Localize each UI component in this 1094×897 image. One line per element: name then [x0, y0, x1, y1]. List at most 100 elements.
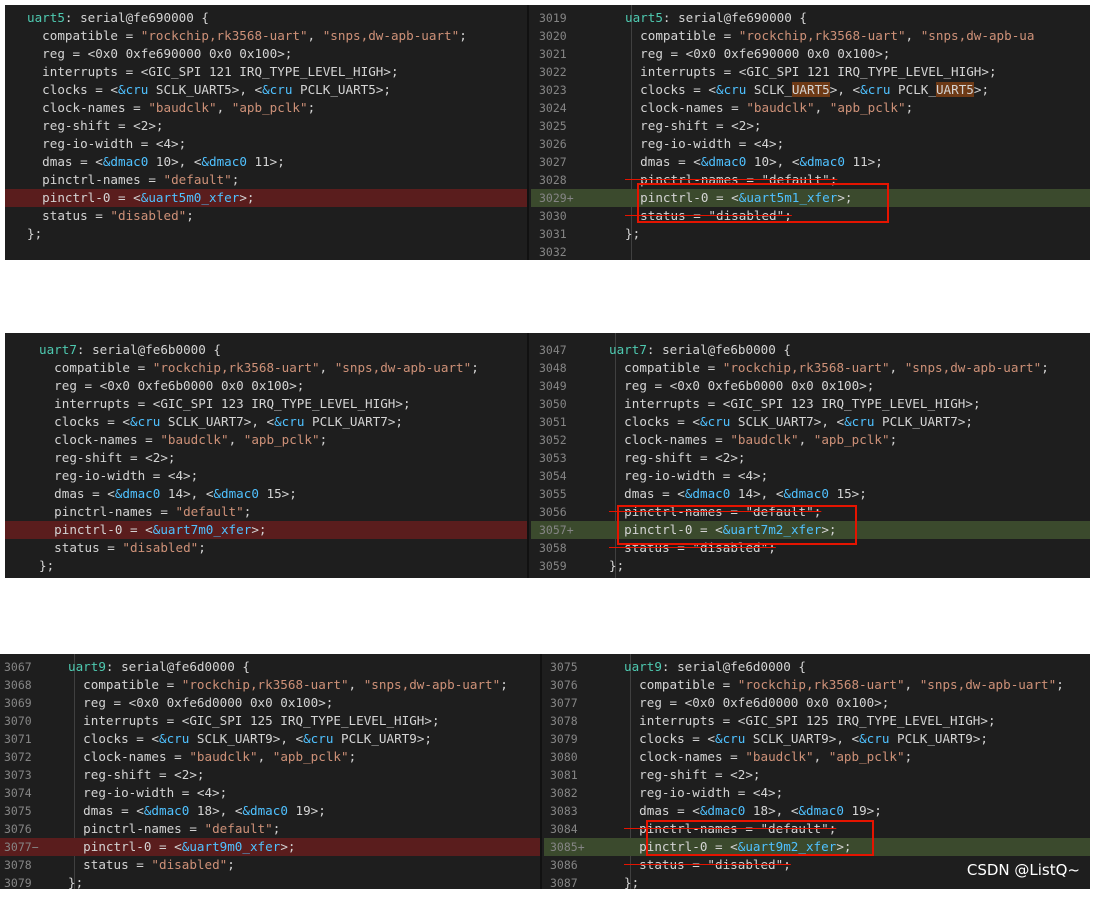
code-line: status = "disabled"; [5, 539, 527, 557]
line-number: 3072 [4, 750, 32, 764]
code-line: 3085+ pinctrl-0 = <&uart9m2_xfer>; [544, 838, 1090, 856]
code-line: compatible = "rockchip,rk3568-uart", "sn… [5, 27, 527, 45]
line-number: 3083 [550, 804, 578, 818]
code-line: dmas = <&dmac0 10>, <&dmac0 11>; [5, 153, 527, 171]
code-line: clocks = <&cru SCLK_UART7>, <&cru PCLK_U… [5, 413, 527, 431]
diff-panel-uart9: 3067 uart9: serial@fe6d0000 {3068 compati… [0, 654, 1090, 889]
code-text: reg-shift = <2>; [625, 118, 762, 133]
code-text: status = "disabled"; [68, 857, 235, 872]
code-line: 3069 reg = <0x0 0xfe6d0000 0x0 0x100>; [0, 694, 540, 712]
line-number: 3076 [550, 678, 578, 692]
code-text: clock-names = "baudclk", "apb_pclk"; [624, 749, 913, 764]
code-line: 3052 clock-names = "baudclk", "apb_pclk"… [531, 431, 1090, 449]
code-text: reg-shift = <2>; [624, 767, 761, 782]
code-line: interrupts = <GIC_SPI 123 IRQ_TYPE_LEVEL… [5, 395, 527, 413]
code-line: }; [5, 225, 527, 243]
line-number: 3078 [550, 714, 578, 728]
code-text: status = "disabled"; [625, 208, 792, 223]
code-text: compatible = "rockchip,rk3568-uart", "sn… [625, 28, 1035, 43]
code-text: reg-io-width = <4>; [609, 468, 769, 483]
code-text: pinctrl-0 = <&uart5m1_xfer>; [625, 190, 853, 205]
code-text: clock-names = "baudclk", "apb_pclk"; [68, 749, 357, 764]
code-text: }; [625, 226, 641, 241]
code-text: uart7: serial@fe6b0000 { [39, 342, 221, 357]
line-number: 3081 [550, 768, 578, 782]
code-line: compatible = "rockchip,rk3568-uart", "sn… [5, 359, 527, 377]
line-number: 3070 [4, 714, 32, 728]
pane-divider[interactable] [540, 654, 542, 889]
line-number: 3077− [4, 840, 39, 854]
pane-divider[interactable] [527, 5, 529, 260]
code-text: interrupts = <GIC_SPI 121 IRQ_TYPE_LEVEL… [625, 64, 997, 79]
code-line: 3082 reg-io-width = <4>; [544, 784, 1090, 802]
code-line: 3077− pinctrl-0 = <&uart9m0_xfer>; [0, 838, 540, 856]
code-text: compatible = "rockchip,rk3568-uart", "sn… [27, 28, 467, 43]
line-number: 3076 [4, 822, 32, 836]
code-text: clock-names = "baudclk", "apb_pclk"; [609, 432, 898, 447]
code-line: 3030 status = "disabled"; [531, 207, 1090, 225]
code-line: uart5: serial@fe690000 { [5, 9, 527, 27]
line-number: 3075 [550, 660, 578, 674]
code-text: pinctrl-0 = <&uart7m2_xfer>; [609, 522, 837, 537]
code-line: 3078 status = "disabled"; [0, 856, 540, 874]
line-number: 3028 [539, 173, 567, 187]
left-pane: uart7: serial@fe6b0000 { compatible = "r… [5, 333, 527, 578]
code-line: 3029+ pinctrl-0 = <&uart5m1_xfer>; [531, 189, 1090, 207]
pane-divider[interactable] [527, 333, 529, 578]
line-number: 3031 [539, 227, 567, 241]
diff-panel-uart7: uart7: serial@fe6b0000 { compatible = "r… [5, 333, 1090, 578]
code-line: 3019 uart5: serial@fe690000 { [531, 9, 1090, 27]
code-line: 3032 [531, 243, 1090, 260]
code-text: compatible = "rockchip,rk3568-uart", "sn… [39, 360, 479, 375]
line-number: 3069 [4, 696, 32, 710]
line-number: 3084 [550, 822, 578, 836]
line-number: 3026 [539, 137, 567, 151]
code-line: 3021 reg = <0x0 0xfe690000 0x0 0x100>; [531, 45, 1090, 63]
line-number: 3057+ [539, 523, 574, 537]
code-line: pinctrl-names = "default"; [5, 171, 527, 189]
line-number: 3056 [539, 505, 567, 519]
code-line: 3060 [531, 575, 1090, 578]
code-text: dmas = <&dmac0 14>, <&dmac0 15>; [39, 486, 297, 501]
code-text: reg-shift = <2>; [609, 450, 746, 465]
code-text: dmas = <&dmac0 18>, <&dmac0 19>; [68, 803, 326, 818]
code-text: interrupts = <GIC_SPI 125 IRQ_TYPE_LEVEL… [68, 713, 440, 728]
code-line: 3072 clock-names = "baudclk", "apb_pclk"… [0, 748, 540, 766]
code-line: 3070 interrupts = <GIC_SPI 125 IRQ_TYPE_… [0, 712, 540, 730]
code-text: clock-names = "baudclk", "apb_pclk"; [625, 100, 914, 115]
code-text: }; [27, 226, 43, 241]
code-line: 3026 reg-io-width = <4>; [531, 135, 1090, 153]
code-line: clock-names = "baudclk", "apb_pclk"; [5, 431, 527, 449]
line-number: 3079 [4, 876, 32, 889]
line-number: 3071 [4, 732, 32, 746]
code-line: 3080 clock-names = "baudclk", "apb_pclk"… [544, 748, 1090, 766]
code-text: clock-names = "baudclk", "apb_pclk"; [39, 432, 328, 447]
code-text: status = "disabled"; [624, 857, 791, 872]
code-text: reg-io-width = <4>; [625, 136, 785, 151]
code-text: uart5: serial@fe690000 { [625, 10, 807, 25]
line-number: 3053 [539, 451, 567, 465]
code-text: pinctrl-0 = <&uart9m2_xfer>; [624, 839, 852, 854]
line-number: 3029+ [539, 191, 574, 205]
code-line: 3049 reg = <0x0 0xfe6b0000 0x0 0x100>; [531, 377, 1090, 395]
diff-panel-uart5: uart5: serial@fe690000 { compatible = "r… [5, 5, 1090, 260]
code-text: dmas = <&dmac0 18>, <&dmac0 19>; [624, 803, 882, 818]
line-number: 3047 [539, 343, 567, 357]
line-number: 3055 [539, 487, 567, 501]
line-number: 3058 [539, 541, 567, 555]
code-text: }; [609, 558, 625, 573]
code-line: status = "disabled"; [5, 207, 527, 225]
code-text: reg = <0x0 0xfe690000 0x0 0x100>; [27, 46, 293, 61]
code-text: reg-io-width = <4>; [39, 468, 199, 483]
code-text: }; [39, 558, 55, 573]
code-text: uart9: serial@fe6d0000 { [624, 659, 806, 674]
code-text: interrupts = <GIC_SPI 123 IRQ_TYPE_LEVEL… [609, 396, 981, 411]
code-text: reg-io-width = <4>; [27, 136, 187, 151]
code-text: dmas = <&dmac0 10>, <&dmac0 11>; [27, 154, 285, 169]
code-line: reg-io-width = <4>; [5, 467, 527, 485]
code-line: 3056 pinctrl-names = "default"; [531, 503, 1090, 521]
code-text: reg = <0x0 0xfe6d0000 0x0 0x100>; [68, 695, 334, 710]
code-line: reg-shift = <2>; [5, 449, 527, 467]
code-text: compatible = "rockchip,rk3568-uart", "sn… [624, 677, 1064, 692]
code-line: 3054 reg-io-width = <4>; [531, 467, 1090, 485]
